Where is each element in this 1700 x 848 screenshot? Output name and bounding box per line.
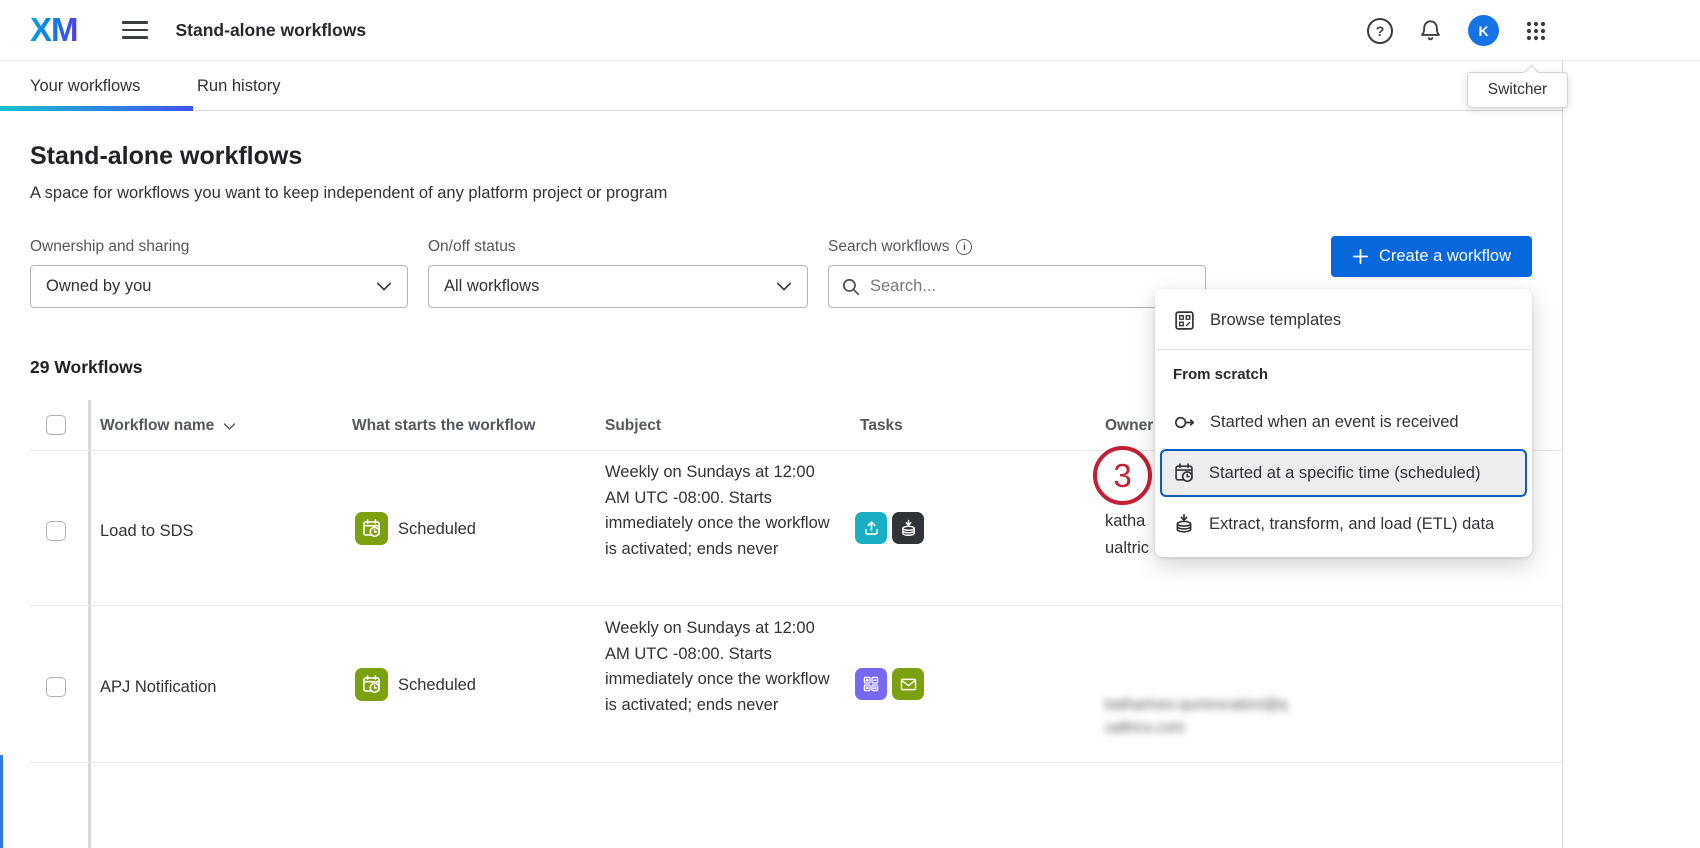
owner-email: katha ualtric: [1105, 508, 1149, 562]
user-avatar[interactable]: K: [1468, 15, 1499, 46]
chevron-down-icon: [776, 281, 792, 292]
column-header-trigger: What starts the workflow: [352, 417, 535, 435]
etl-icon: [1173, 513, 1195, 535]
extract-data-task-icon[interactable]: [892, 512, 924, 544]
status-filter-label: On/off status: [428, 238, 516, 256]
chevron-down-icon: [376, 281, 392, 292]
sort-chevron-icon[interactable]: [223, 422, 236, 431]
column-header-owner: Owner: [1105, 417, 1153, 435]
scheduled-icon: [355, 512, 388, 545]
row-checkbox[interactable]: [46, 677, 66, 697]
owner-email-blurred: katharines-qunivocation@q ualtrics.com: [1105, 693, 1287, 739]
trigger-label: Scheduled: [398, 676, 476, 695]
tab-your-workflows[interactable]: Your workflows: [30, 61, 140, 111]
workflow-name[interactable]: APJ Notification: [100, 678, 216, 697]
active-tab-underline: [0, 106, 193, 111]
menu-divider: [1155, 349, 1532, 350]
page-subtitle: A space for workflows you want to keep i…: [30, 184, 667, 203]
menu-item-browse-templates[interactable]: Browse templates: [1155, 295, 1532, 345]
xm-logo[interactable]: XM: [30, 11, 78, 49]
ownership-filter-label: Ownership and sharing: [30, 238, 189, 256]
tab-run-history[interactable]: Run history: [197, 61, 280, 111]
menu-item-event-received[interactable]: Started when an event is received: [1155, 397, 1532, 447]
column-header-subject: Subject: [605, 417, 661, 435]
column-header-tasks: Tasks: [860, 417, 903, 435]
table-accent-line: [88, 400, 91, 848]
subject-text: Weekly on Sundays at 12:00 AM UTC -08:00…: [605, 460, 839, 562]
browse-templates-icon: [1173, 309, 1196, 332]
ownership-filter-select[interactable]: Owned by you: [30, 265, 408, 308]
email-task-icon[interactable]: [892, 668, 924, 700]
tab-bar: Your workflows Run history: [0, 61, 1562, 111]
stand-alone-workflows-page: XM Stand-alone workflows ? K Your workfl…: [0, 0, 1700, 848]
scheduled-icon: [355, 668, 388, 701]
notifications-bell-icon[interactable]: [1418, 18, 1443, 43]
row-checkbox[interactable]: [46, 521, 66, 541]
app-switcher-icon[interactable]: [1524, 19, 1548, 43]
menu-item-etl[interactable]: Extract, transform, and load (ETL) data: [1155, 499, 1532, 549]
column-header-name[interactable]: Workflow name: [100, 417, 236, 435]
select-all-checkbox[interactable]: [46, 415, 66, 435]
status-filter-value: All workflows: [444, 277, 539, 296]
create-workflow-button[interactable]: Create a workflow: [1331, 236, 1532, 277]
calculate-task-icon[interactable]: [855, 668, 887, 700]
menu-section-from-scratch: From scratch: [1155, 356, 1532, 397]
search-input[interactable]: [870, 277, 1193, 296]
create-workflow-menu: Browse templates From scratch Started wh…: [1155, 289, 1532, 557]
ownership-filter-value: Owned by you: [46, 277, 151, 296]
page-title: Stand-alone workflows: [30, 142, 302, 171]
top-bar: XM Stand-alone workflows ? K: [0, 0, 1700, 61]
upload-task-icon[interactable]: [855, 512, 887, 544]
switcher-tooltip: Switcher: [1467, 72, 1568, 108]
event-received-icon: [1173, 412, 1196, 433]
annotation-step-badge: 3: [1093, 446, 1152, 505]
scheduled-icon: [1173, 462, 1195, 484]
subject-text: Weekly on Sundays at 12:00 AM UTC -08:00…: [605, 616, 839, 718]
status-filter-select[interactable]: All workflows: [428, 265, 808, 308]
workflow-name[interactable]: Load to SDS: [100, 522, 194, 541]
menu-item-scheduled[interactable]: Started at a specific time (scheduled): [1160, 449, 1527, 497]
row-divider: [30, 762, 1562, 763]
row-divider: [30, 605, 1562, 606]
hamburger-menu-icon[interactable]: [122, 21, 148, 39]
search-workflows-box: [828, 265, 1206, 308]
app-right-border: [1562, 61, 1563, 848]
topbar-actions: ? K: [1367, 0, 1548, 61]
topbar-title: Stand-alone workflows: [176, 20, 367, 41]
search-workflows-label: Search workflows i: [828, 238, 972, 256]
info-icon[interactable]: i: [956, 239, 972, 255]
workflow-count-heading: 29 Workflows: [30, 357, 143, 378]
plus-icon: [1352, 248, 1369, 265]
help-icon[interactable]: ?: [1367, 18, 1393, 44]
search-icon: [841, 277, 861, 297]
left-edge-scroll-indicator: [0, 755, 3, 848]
trigger-label: Scheduled: [398, 520, 476, 539]
